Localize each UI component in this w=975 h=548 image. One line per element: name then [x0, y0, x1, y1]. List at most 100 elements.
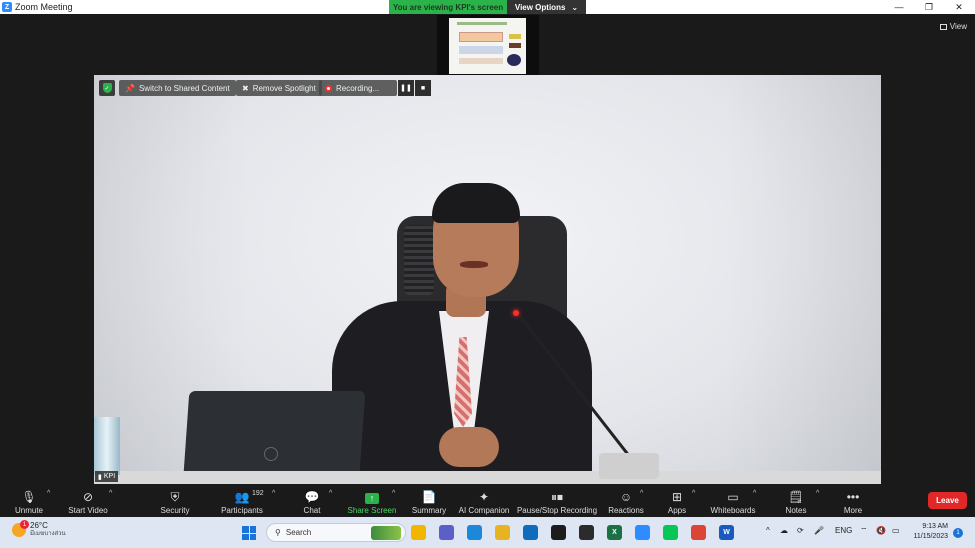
apps-button[interactable]: ⊞ Apps	[664, 486, 690, 516]
more-label: More	[843, 506, 863, 515]
wifi-icon[interactable]: ⌔	[860, 526, 868, 536]
participant-name: KPI	[103, 473, 116, 480]
window-title: Zoom Meeting	[15, 2, 73, 12]
viewing-banner: You are viewing KPI's screen View Option…	[389, 0, 586, 14]
shared-screen-thumbnail[interactable]	[437, 15, 539, 75]
microphone-tray-icon[interactable]: 🎤	[814, 526, 824, 535]
line-icon[interactable]	[663, 525, 678, 540]
video-off-icon: ⊘	[82, 490, 94, 504]
stop-recording-button[interactable]: ■	[415, 80, 431, 96]
weather-description: มีเมฆบางส่วน	[30, 531, 66, 537]
reactions-label: Reactions	[608, 506, 644, 515]
pin-icon: 📌	[125, 83, 135, 93]
temperature: 26°C	[30, 521, 48, 530]
chat-bubble-icon: 💬	[304, 490, 320, 504]
windows-start-icon[interactable]	[242, 526, 256, 540]
tray-chevron-icon[interactable]: ^	[766, 526, 770, 535]
clock-date: 11/15/2023	[913, 533, 948, 540]
whiteboards-options-caret[interactable]: ^	[753, 490, 756, 497]
zoom-meeting-window: Z Zoom Meeting You are viewing KPI's scr…	[0, 0, 975, 548]
sticky-notes-icon[interactable]	[579, 525, 594, 540]
notes-icon: 🗒	[788, 490, 804, 504]
chat-options-caret[interactable]: ^	[329, 490, 332, 497]
viewing-screen-label: You are viewing KPI's screen	[389, 0, 507, 14]
security-label: Security	[160, 506, 190, 515]
notification-badge[interactable]: 1	[953, 528, 963, 538]
audio-options-caret[interactable]: ^	[47, 490, 50, 497]
view-options-button[interactable]: View Options ⌄	[507, 0, 586, 14]
folder-icon[interactable]	[495, 525, 510, 540]
whiteboards-button[interactable]: ▭ Whiteboards	[709, 486, 757, 516]
start-video-button[interactable]: ⊘ Start Video	[63, 486, 113, 516]
unpin-icon: ✖	[242, 83, 249, 93]
clock-time: 9:13 AM	[922, 523, 948, 530]
weather-sun-icon: 1	[12, 520, 29, 537]
remove-spotlight-button[interactable]: ✖ Remove Spotlight	[236, 80, 322, 96]
view-options-label: View Options	[514, 2, 566, 12]
spotlight-video: ✓ 📌 Switch to Shared Content ✖ Remove Sp…	[94, 75, 881, 484]
pause-recording-button[interactable]: ❚❚	[398, 80, 414, 96]
signal-strength-icon: ▮	[98, 473, 102, 481]
switch-to-shared-label: Switch to Shared Content	[138, 83, 230, 93]
unmute-label: Unmute	[14, 506, 43, 515]
participant-name-tag: ▮ KPI	[95, 471, 119, 482]
input-language[interactable]: ENG	[835, 526, 852, 535]
view-label: View	[949, 22, 967, 31]
apps-options-caret[interactable]: ^	[692, 490, 695, 497]
notes-options-caret[interactable]: ^	[816, 490, 819, 497]
weather-badge: 1	[20, 520, 29, 529]
unmute-button[interactable]: 🎙 Unmute	[12, 486, 46, 516]
summary-label: Summary	[411, 506, 447, 515]
chat-label: Chat	[303, 506, 321, 515]
sync-icon[interactable]: ⟳	[797, 526, 804, 535]
pause-stop-recording-button[interactable]: ⏸⏹ Pause/Stop Recording	[517, 486, 597, 516]
view-button[interactable]: View	[939, 22, 967, 31]
excel-icon[interactable]: X	[607, 525, 622, 540]
word-icon[interactable]: W	[719, 525, 734, 540]
microphone-muted-icon: 🎙	[21, 490, 37, 504]
search-highlight-image	[371, 526, 401, 540]
zoom-icon[interactable]	[635, 525, 650, 540]
windows-taskbar: 1 26°C มีเมฆบางส่วน ⚲ Search XW ^ ☁ ⟳ 🎤 …	[0, 517, 975, 548]
notes-button[interactable]: 🗒 Notes	[782, 486, 810, 516]
edge-icon[interactable]	[467, 525, 482, 540]
encryption-shield-button[interactable]: ✓	[99, 80, 115, 96]
participants-label: Participants	[221, 506, 263, 515]
ai-companion-button[interactable]: ✦ AI Companion	[458, 486, 510, 516]
reactions-options-caret[interactable]: ^	[640, 490, 643, 497]
video-options-caret[interactable]: ^	[109, 490, 112, 497]
restore-button[interactable]: ❐	[917, 0, 941, 14]
leave-button[interactable]: Leave	[928, 492, 967, 509]
close-button[interactable]: ✕	[947, 0, 971, 14]
share-screen-button[interactable]: ↑ Share Screen	[346, 486, 398, 516]
notes-label: Notes	[785, 506, 807, 515]
mail-icon[interactable]	[523, 525, 538, 540]
dell-icon[interactable]	[551, 525, 566, 540]
weather-widget[interactable]: 1 26°C มีเมฆบางส่วน	[12, 520, 66, 539]
chat-button[interactable]: 💬 Chat	[298, 486, 326, 516]
file-explorer-icon[interactable]	[411, 525, 426, 540]
shared-slide-preview	[449, 18, 526, 74]
battery-icon[interactable]: ▭	[892, 526, 900, 535]
teams-icon[interactable]	[439, 525, 454, 540]
summary-document-icon: 📄	[421, 490, 437, 504]
shield-check-icon: ✓	[102, 83, 112, 93]
more-button[interactable]: ••• More	[840, 486, 866, 516]
whiteboards-label: Whiteboards	[710, 506, 756, 515]
system-clock[interactable]: 9:13 AM 11/15/2023	[908, 522, 948, 542]
taskbar-search[interactable]: ⚲ Search	[266, 523, 406, 542]
switch-to-shared-content-button[interactable]: 📌 Switch to Shared Content	[119, 80, 236, 96]
meeting-toolbar: 🎙 Unmute ^ ⊘ Start Video ^ ⛨ Security 👥 …	[0, 484, 975, 517]
share-screen-icon: ↑	[365, 491, 379, 506]
participants-options-caret[interactable]: ^	[272, 490, 275, 497]
minimize-button[interactable]: —	[887, 0, 911, 14]
share-screen-label: Share Screen	[347, 506, 397, 515]
share-options-caret[interactable]: ^	[392, 490, 395, 497]
security-button[interactable]: ⛨ Security	[155, 486, 195, 516]
speaker-muted-icon[interactable]: 🔇	[876, 526, 886, 535]
pause-stop-icon: ⏸⏹	[550, 490, 563, 504]
chrome-icon[interactable]	[691, 525, 706, 540]
recording-label: Recording...	[336, 83, 380, 93]
cloud-icon[interactable]: ☁	[780, 526, 788, 535]
summary-button[interactable]: 📄 Summary	[410, 486, 448, 516]
